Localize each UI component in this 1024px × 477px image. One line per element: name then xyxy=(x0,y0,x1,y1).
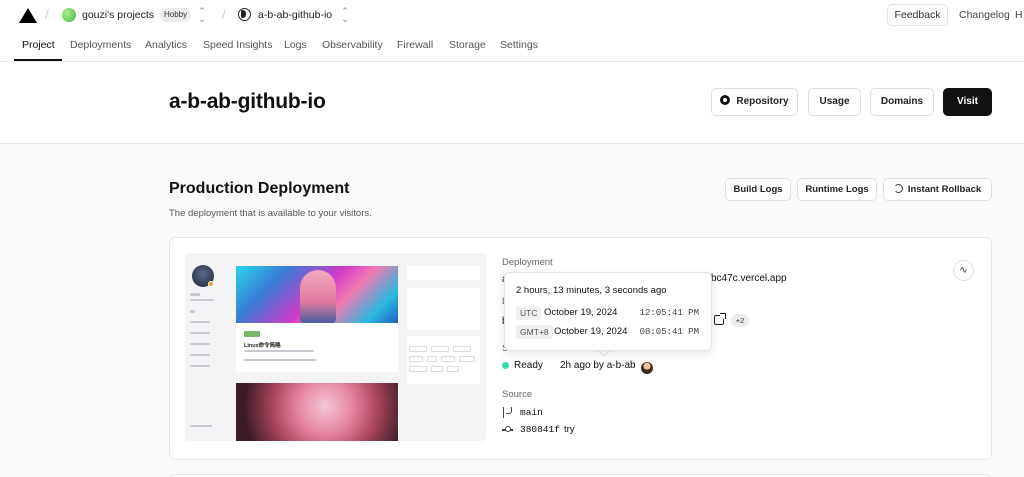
tooltip-relative-time: 2 hours, 13 minutes, 3 seconds ago xyxy=(516,285,667,296)
preview-post-title: Linux命令简略 xyxy=(244,343,281,349)
project-icon xyxy=(238,8,251,21)
preview-line xyxy=(244,350,314,352)
commit-message[interactable]: try xyxy=(564,424,575,435)
preview-chip xyxy=(427,356,437,362)
team-avatar[interactable] xyxy=(62,8,76,22)
git-branch-icon xyxy=(503,407,512,418)
tooltip-date: October 19, 2024 xyxy=(554,326,628,337)
separator-slash: / xyxy=(222,6,226,22)
tab-speed-insights[interactable]: Speed Insights xyxy=(203,39,272,51)
tab-observability[interactable]: Observability xyxy=(322,39,383,51)
deployment-preview[interactable]: Linux命令简略 xyxy=(185,253,486,441)
ready-status-dot xyxy=(502,362,509,369)
page-title: a-b-ab-github-io xyxy=(169,90,326,113)
project-name[interactable]: a-b-ab-github-io xyxy=(258,9,332,21)
deployment-label: Deployment xyxy=(502,257,553,268)
author-avatar[interactable] xyxy=(641,362,653,374)
preview-second-image xyxy=(236,383,398,441)
instant-rollback-button[interactable]: Instant Rollback xyxy=(883,178,992,201)
preview-hero-image xyxy=(236,266,398,323)
repository-button[interactable]: Repository xyxy=(711,88,798,116)
git-commit-icon xyxy=(502,426,513,433)
tab-settings[interactable]: Settings xyxy=(500,39,538,51)
preview-chip xyxy=(459,356,475,362)
preview-chip xyxy=(453,346,471,352)
preview-line xyxy=(190,299,214,301)
section-subtitle: The deployment that is available to your… xyxy=(169,208,372,219)
preview-post-tag xyxy=(244,331,260,337)
preview-chip xyxy=(441,356,455,362)
preview-search-box xyxy=(407,266,480,280)
preview-widget xyxy=(407,288,480,330)
preview-line xyxy=(190,343,210,345)
source-label: Source xyxy=(502,389,533,400)
project-switcher-icon[interactable]: ⌃ ⌄ xyxy=(341,7,349,24)
activity-icon[interactable]: ∿ xyxy=(953,260,974,281)
tab-firewall[interactable]: Firewall xyxy=(397,39,433,51)
separator-slash: / xyxy=(45,6,49,22)
domains-button[interactable]: Domains xyxy=(870,88,934,116)
preview-line xyxy=(190,293,200,296)
instant-rollback-label: Instant Rollback xyxy=(907,184,982,195)
preview-sidebar xyxy=(185,253,229,441)
github-icon xyxy=(720,95,731,105)
tab-deployments[interactable]: Deployments xyxy=(70,39,131,51)
preview-line xyxy=(190,310,195,313)
preview-line xyxy=(190,425,212,427)
project-tabs: Project Deployments Analytics Speed Insi… xyxy=(0,30,1024,62)
preview-line xyxy=(190,332,210,334)
section-title: Production Deployment xyxy=(169,180,350,197)
deployment-url[interactable]: bc47c.vercel.app xyxy=(711,273,787,284)
team-name[interactable]: gouzi's projects xyxy=(82,9,154,21)
preview-line xyxy=(190,365,210,367)
active-tab-indicator xyxy=(14,59,62,61)
preview-status-dot xyxy=(208,281,214,287)
build-logs-button[interactable]: Build Logs xyxy=(725,178,791,201)
commit-hash[interactable]: 380841f xyxy=(520,424,560,435)
runtime-logs-button[interactable]: Runtime Logs xyxy=(797,178,877,201)
usage-button[interactable]: Usage xyxy=(808,88,861,116)
timezone-badge: UTC xyxy=(516,306,542,320)
project-header: a-b-ab-github-io Repository Usage Domain… xyxy=(0,62,1024,144)
preview-chip xyxy=(447,366,459,372)
rollback-icon xyxy=(893,184,903,193)
created-value[interactable]: 2h ago by a-b-ab xyxy=(560,360,636,371)
tab-logs[interactable]: Logs xyxy=(284,39,307,51)
timezone-badge: GMT+8 xyxy=(516,325,553,339)
vercel-logo-icon[interactable] xyxy=(19,8,37,23)
help-link[interactable]: H xyxy=(1015,9,1023,21)
preview-line xyxy=(244,359,316,361)
preview-line xyxy=(190,354,210,356)
more-domains-badge[interactable]: +2 xyxy=(731,314,749,327)
preview-chip xyxy=(431,366,443,372)
tab-project[interactable]: Project xyxy=(22,39,55,51)
preview-chip xyxy=(409,356,423,362)
feedback-button[interactable]: Feedback xyxy=(887,4,948,26)
top-bar: / gouzi's projects Hobby ⌃ ⌄ / a-b-ab-git… xyxy=(0,0,1024,30)
visit-button[interactable]: Visit xyxy=(943,88,992,116)
repository-label: Repository xyxy=(736,96,789,107)
tooltip-time: 12:05:41 PM xyxy=(639,308,699,318)
preview-chip xyxy=(409,346,427,352)
tooltip-time: 08:05:41 PM xyxy=(639,327,699,337)
preview-line xyxy=(190,321,210,323)
team-switcher-icon[interactable]: ⌃ ⌄ xyxy=(198,7,206,24)
changelog-link[interactable]: Changelog xyxy=(959,9,1010,21)
preview-chip xyxy=(431,346,449,352)
status-value: Ready xyxy=(514,360,543,371)
tooltip-date: October 19, 2024 xyxy=(544,307,618,318)
tab-analytics[interactable]: Analytics xyxy=(145,39,187,51)
preview-chip xyxy=(409,366,427,372)
preview-post-card: Linux命令简略 xyxy=(236,323,398,372)
external-link-icon[interactable] xyxy=(714,313,726,325)
tab-storage[interactable]: Storage xyxy=(449,39,486,51)
timestamp-tooltip: 2 hours, 13 minutes, 3 seconds ago UTC O… xyxy=(504,272,712,351)
branch-name[interactable]: main xyxy=(520,407,543,418)
plan-badge: Hobby xyxy=(160,8,192,22)
